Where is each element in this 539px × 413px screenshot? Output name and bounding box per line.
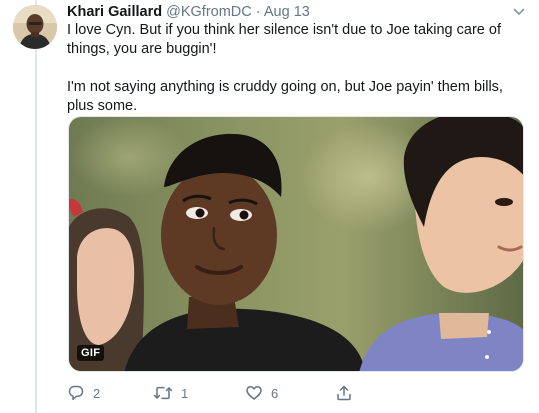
author-name[interactable]: Khari Gaillard (67, 4, 162, 20)
tweet-text-paragraph: I'm not saying anything is cruddy going … (67, 79, 503, 114)
like-button[interactable]: 6 (245, 383, 278, 403)
reply-button[interactable]: 2 (67, 383, 100, 403)
gif-frame-image (69, 117, 523, 371)
chevron-down-icon[interactable] (512, 5, 526, 19)
tweet-text-paragraph: I love Cyn. But if you think her silence… (67, 22, 501, 57)
tweet-actions: 2 1 6 (67, 383, 527, 403)
retweet-icon (153, 384, 173, 402)
gif-media[interactable]: GIF (68, 116, 524, 372)
retweet-button[interactable]: 1 (153, 383, 188, 403)
like-count: 6 (271, 385, 279, 401)
header-separator: · (255, 4, 261, 20)
tweet-header: Khari Gaillard @KGfromDC · Aug 13 (67, 3, 310, 21)
heart-icon (245, 384, 263, 402)
tweet-text: I love Cyn. But if you think her silence… (67, 21, 522, 116)
thread-connector-line (35, 0, 37, 413)
retweet-count: 1 (181, 385, 189, 401)
gif-badge: GIF (77, 345, 105, 361)
avatar[interactable] (13, 5, 57, 49)
reply-count: 2 (93, 385, 101, 401)
reply-icon (67, 384, 85, 402)
share-icon (335, 384, 353, 402)
tweet-date[interactable]: Aug 13 (264, 4, 310, 20)
share-button[interactable] (335, 383, 353, 403)
author-handle[interactable]: @KGfromDC (166, 4, 252, 20)
